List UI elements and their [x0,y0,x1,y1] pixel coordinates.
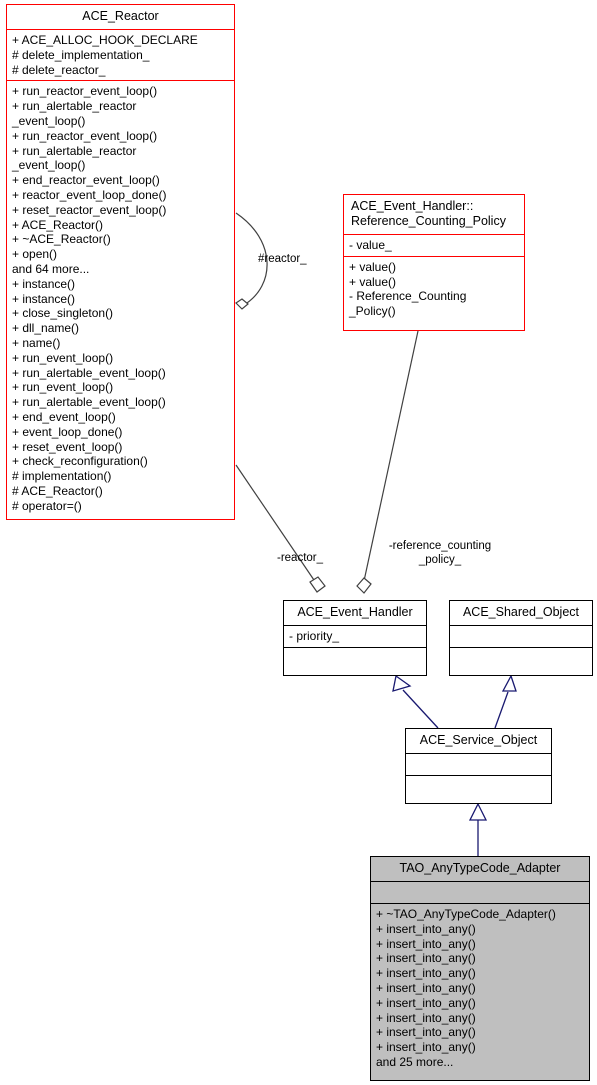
operation-row: + end_reactor_event_loop() [12,173,160,188]
operation-row: + reset_reactor_event_loop() [12,202,167,217]
operation-row: and 64 more... [12,261,90,276]
operation-row: and 25 more... [376,1054,454,1069]
edge-label-reference-counting-policy: -reference_counting _policy_ [388,540,492,566]
operation-row: + insert_into_any() [376,980,476,995]
class-box-ace-event-handler[interactable]: ACE_Event_Handler - priority_ [283,600,427,676]
operation-row: + end_event_loop() [12,409,116,424]
operation-row: + run_alertable_event_loop() [12,395,166,410]
operation-row: + open() [12,247,58,262]
class-title-ace-shared-object: ACE_Shared_Object [462,605,580,619]
diamond-policy-aggregation [356,577,372,594]
arrow-inherit-event-handler [392,674,412,692]
uml-class-diagram: #reactor_ -reactor_ -reference_counting … [0,0,597,1085]
edge-service-object-inherits-event-handler [402,689,439,729]
attribute-row: # delete_reactor_ [12,62,106,77]
operation-row: + insert_into_any() [376,966,476,981]
operation-row: + run_event_loop() [12,380,114,395]
operation-row: + insert_into_any() [376,1025,476,1040]
operation-row: + instance() [12,291,76,306]
class-operations-reference-counting-policy: + value() + value() - Reference_Counting… [344,255,524,322]
operation-row: + value() [349,259,397,274]
class-box-tao-anytypecode-adapter[interactable]: TAO_AnyTypeCode_Adapter + ~TAO_AnyTypeCo… [370,856,590,1081]
operation-row: + insert_into_any() [376,1010,476,1025]
class-box-ace-service-object[interactable]: ACE_Service_Object [405,728,552,804]
operation-row: + ~ACE_Reactor() [12,232,111,247]
operation-row: + insert_into_any() [376,995,476,1010]
class-operations-ace-service-object [406,775,551,797]
operation-row: + ACE_Reactor() [12,217,104,232]
class-title-ace-reactor: ACE_Reactor [82,9,159,23]
operation-row: + insert_into_any() [376,921,476,936]
operation-row: + run_alertable_reactor [12,143,137,158]
operation-row: + reset_event_loop() [12,439,123,454]
class-title-tao-anytypecode-adapter: TAO_AnyTypeCode_Adapter [399,861,561,875]
operation-row: # implementation() [12,469,112,484]
class-box-ace-reactor[interactable]: ACE_Reactor + ACE_ALLOC_HOOK_DECLARE # d… [6,4,235,520]
arrow-inherit-shared-object [501,674,517,692]
class-title-ace-service-object: ACE_Service_Object [419,733,538,747]
diamond-reactor-self [235,298,249,310]
attribute-row: - value_ [349,238,392,252]
edge-label-reactor-self: #reactor_ [258,253,307,265]
operation-row: + instance() [12,276,76,291]
operation-row: + run_alertable_event_loop() [12,365,166,380]
operation-row: + reactor_event_loop_done() [12,187,167,202]
operation-row: + insert_into_any() [376,936,476,951]
class-attributes-ace-service-object [406,753,551,775]
class-operations-ace-event-handler [284,646,426,669]
class-attributes-ace-reactor: + ACE_ALLOC_HOOK_DECLARE # delete_implem… [7,29,234,80]
operation-row: + run_alertable_reactor [12,99,137,114]
operation-row: + value() [349,274,397,289]
diamond-reactor-aggregation [309,576,326,593]
operation-row: _Policy() [349,304,396,319]
operation-row: + name() [12,335,61,350]
operation-row: - Reference_Counting [349,289,467,304]
class-attributes-reference-counting-policy: - value_ [344,234,524,256]
class-attributes-ace-event-handler: - priority_ [284,625,426,647]
class-attributes-ace-shared-object [450,625,592,647]
operation-row: + run_event_loop() [12,350,114,365]
operation-row: + close_singleton() [12,306,114,321]
class-title-ace-event-handler: ACE_Event_Handler [297,605,413,619]
operation-row: + insert_into_any() [376,951,476,966]
class-operations-ace-reactor: + run_reactor_event_loop() + run_alertab… [7,80,234,516]
edge-service-object-inherits-shared-object [494,691,509,729]
attribute-row: # delete_implementation_ [12,47,150,62]
edge-label-reactor: -reactor_ [277,552,324,564]
operation-row: # ACE_Reactor() [12,483,103,498]
operation-row: + run_reactor_event_loop() [12,128,158,143]
operation-row: _event_loop() [12,113,86,128]
operation-row: _event_loop() [12,158,86,173]
operation-row: + check_reconfiguration() [12,454,148,469]
class-attributes-tao-anytypecode-adapter [371,881,589,903]
operation-row: + ~TAO_AnyTypeCode_Adapter() [376,907,556,921]
operation-row: # operator=() [12,498,82,513]
attribute-row: - priority_ [289,629,340,643]
operation-row: + insert_into_any() [376,1040,476,1055]
class-title-reference-counting-policy: ACE_Event_Handler:: Reference_Counting_P… [351,199,506,228]
class-box-ace-shared-object[interactable]: ACE_Shared_Object [449,600,593,676]
attribute-row: + ACE_ALLOC_HOOK_DECLARE [12,33,198,47]
arrow-inherit-service-object [468,802,488,821]
operation-row: + dll_name() [12,321,80,336]
operation-row: + run_reactor_event_loop() [12,84,158,99]
class-box-reference-counting-policy[interactable]: ACE_Event_Handler:: Reference_Counting_P… [343,194,525,331]
operation-row: + event_loop_done() [12,424,123,439]
class-operations-ace-shared-object [450,647,592,669]
class-operations-tao-anytypecode-adapter: + ~TAO_AnyTypeCode_Adapter() + insert_in… [371,903,589,1073]
